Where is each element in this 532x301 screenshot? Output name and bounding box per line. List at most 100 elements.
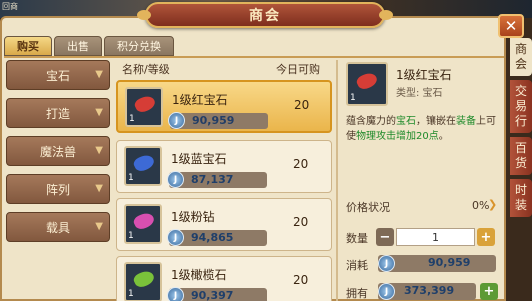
list-item[interactable]: 1 1级红宝石 20 J 90,959 — [116, 80, 332, 133]
owned-value: 373,399 — [404, 284, 455, 297]
chevron-down-icon: ▼ — [95, 69, 103, 80]
cost-label: 消耗 — [346, 259, 368, 272]
column-header-stock: 今日可购 — [276, 63, 320, 76]
category-label: 阵列 — [45, 182, 70, 197]
desc-text: 。 — [438, 131, 449, 142]
price-value: 90,397 — [191, 289, 234, 301]
item-stock: 20 — [294, 98, 310, 112]
item-stock: 20 — [293, 273, 309, 287]
cost-value: 90,959 — [428, 256, 471, 269]
quantity-increase-button[interactable]: + — [477, 228, 495, 246]
item-quantity: 1 — [128, 173, 134, 183]
gem-icon: 1 — [124, 146, 162, 186]
item-price: J 94,865 — [167, 229, 267, 246]
item-gem — [131, 210, 157, 232]
category-magic-beast[interactable]: 魔法兽 ▼ — [6, 136, 110, 166]
item-gem — [131, 268, 157, 290]
category-formation[interactable]: 阵列 ▼ — [6, 174, 110, 204]
title-banner: 商会 — [137, 2, 393, 28]
category-label: 宝石 — [45, 68, 70, 83]
side-tab-fashion[interactable]: 时装 — [510, 179, 532, 217]
desc-highlight: 物理攻击增加20点 — [356, 131, 439, 142]
category-forge[interactable]: 打造 ▼ — [6, 98, 110, 128]
coin-icon: J — [378, 255, 395, 272]
side-tab-guild-shop[interactable]: 商会 — [510, 38, 532, 76]
price-value: 87,137 — [191, 173, 234, 186]
tab-sell[interactable]: 出售 — [54, 36, 102, 56]
category-label: 魔法兽 — [39, 144, 76, 159]
side-tab-bar: 商会 交易行 百货 时装 — [510, 38, 532, 221]
owned-label: 拥有 — [346, 287, 368, 300]
list-item[interactable]: 1 1级橄榄石 20 J 90,397 — [116, 256, 332, 301]
corner-label: 回商 — [2, 2, 18, 11]
detail-gem-icon: 1 — [346, 62, 388, 106]
quantity-input[interactable] — [396, 228, 475, 246]
window-title: 商会 — [249, 8, 281, 24]
category-list: 宝石 ▼ 打造 ▼ 魔法兽 ▼ 阵列 ▼ 载具 ▼ — [6, 60, 110, 250]
side-tab-trade[interactable]: 交易行 — [510, 80, 532, 133]
item-stock: 20 — [293, 215, 309, 229]
column-header-name: 名称/等级 — [122, 63, 170, 76]
close-icon: ✕ — [504, 17, 518, 35]
plus-icon: + — [483, 284, 495, 299]
tab-points-exchange[interactable]: 积分兑换 — [104, 36, 174, 56]
detail-gem — [354, 70, 380, 92]
detail-description: 蕴含魔力的宝石，镶嵌在装备上可使物理攻击增加20点。 — [346, 114, 500, 144]
detail-item-type: 类型: 宝石 — [396, 88, 443, 99]
detail-item-name: 1级红宝石 — [396, 68, 452, 82]
item-quantity: 1 — [128, 289, 134, 299]
close-button[interactable]: ✕ — [498, 14, 524, 38]
desc-text: 蕴含魔力的 — [346, 116, 396, 127]
price-status-value: 0% — [472, 199, 490, 212]
category-vehicle[interactable]: 载具 ▼ — [6, 212, 110, 242]
item-stock: 20 — [293, 157, 309, 171]
gem-icon: 1 — [125, 87, 163, 127]
quantity-label: 数量 — [346, 232, 368, 245]
chevron-down-icon: ▼ — [95, 221, 103, 232]
category-gem[interactable]: 宝石 ▼ — [6, 60, 110, 90]
chevron-down-icon: ▼ — [95, 183, 103, 194]
item-price: J 90,397 — [167, 287, 267, 301]
coin-icon: J — [167, 287, 184, 301]
coin-icon: J — [167, 229, 184, 246]
quantity-decrease-button[interactable]: − — [376, 228, 394, 246]
gem-icon: 1 — [124, 204, 162, 244]
item-name: 1级橄榄石 — [171, 268, 227, 282]
item-quantity: 1 — [128, 231, 134, 241]
desc-text: ，镶嵌在 — [416, 116, 456, 127]
price-value: 94,865 — [191, 231, 234, 244]
chevron-right-icon[interactable]: ❯ — [488, 198, 497, 211]
gem-icon: 1 — [124, 262, 162, 301]
coin-icon: J — [168, 112, 185, 129]
add-currency-button[interactable]: + — [480, 283, 498, 300]
desc-highlight: 宝石 — [396, 116, 416, 127]
minus-icon: − — [379, 229, 391, 245]
item-name: 1级粉钻 — [171, 210, 215, 224]
category-label: 打造 — [45, 106, 70, 121]
list-item[interactable]: 1 1级蓝宝石 20 J 87,137 — [116, 140, 332, 193]
item-quantity: 1 — [129, 114, 135, 124]
category-label: 载具 — [45, 220, 70, 235]
plus-icon: + — [480, 229, 492, 245]
price-status-label: 价格状况 — [346, 201, 390, 214]
coin-icon: J — [378, 283, 395, 300]
price-value: 90,959 — [192, 114, 235, 127]
tab-divider — [4, 56, 504, 58]
tab-bar: 购买 出售 积分兑换 — [4, 36, 174, 56]
owned-display: J 373,399 — [378, 283, 476, 300]
chevron-down-icon: ▼ — [95, 107, 103, 118]
list-item[interactable]: 1 1级粉钻 20 J 94,865 — [116, 198, 332, 251]
detail-quantity: 1 — [350, 93, 356, 103]
side-tab-store[interactable]: 百货 — [510, 137, 532, 175]
item-gem — [131, 152, 157, 174]
coin-icon: J — [167, 171, 184, 188]
cost-display: J 90,959 — [378, 255, 496, 272]
item-price: J 87,137 — [167, 171, 267, 188]
item-price: J 90,959 — [168, 112, 268, 129]
item-name: 1级蓝宝石 — [171, 152, 227, 166]
item-name: 1级红宝石 — [172, 93, 228, 107]
chevron-down-icon: ▼ — [95, 145, 103, 156]
desc-highlight: 装备 — [456, 116, 476, 127]
tab-buy[interactable]: 购买 — [4, 36, 52, 56]
item-gem — [132, 93, 158, 115]
